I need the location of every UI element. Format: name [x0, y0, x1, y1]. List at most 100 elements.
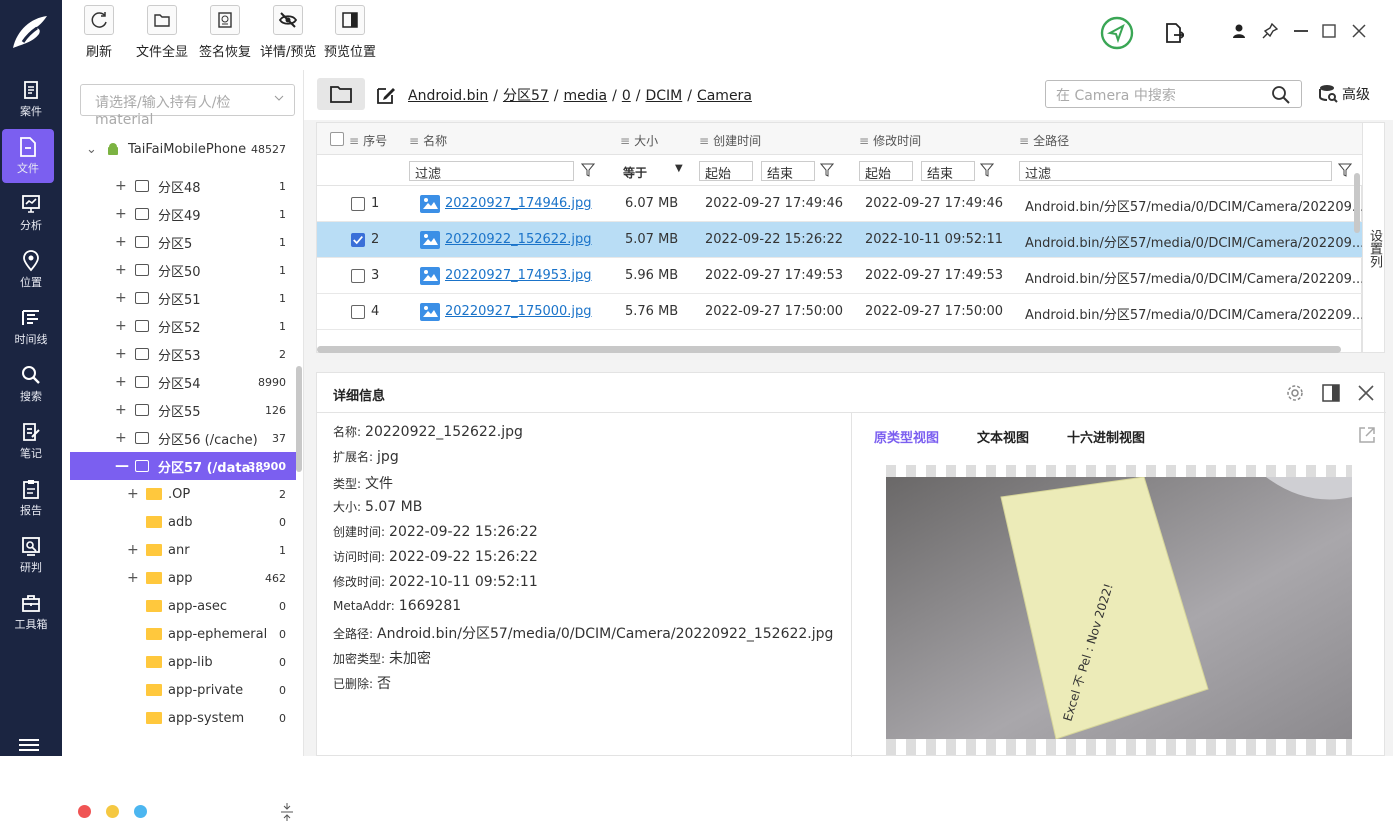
- created-start-input[interactable]: 起始: [699, 161, 753, 182]
- tree-folder-row[interactable]: app-private 0: [70, 676, 296, 704]
- breadcrumb-item[interactable]: 0: [622, 88, 631, 104]
- tree-folder-row[interactable]: adb 0: [70, 508, 296, 536]
- expand-icon[interactable]: +: [115, 402, 127, 418]
- tree-partition-row[interactable]: + 分区55 126: [70, 396, 296, 424]
- close-window-icon[interactable]: [1352, 24, 1366, 38]
- toolbar-button-0[interactable]: 刷新: [84, 5, 114, 60]
- grid-vertical-scrollbar[interactable]: [1354, 173, 1360, 233]
- file-name-link[interactable]: 20220927_174946.jpg: [445, 196, 592, 211]
- view-tab-2[interactable]: 十六进制视图: [1067, 431, 1145, 446]
- select-all-checkbox[interactable]: [330, 132, 344, 146]
- nav-item-9[interactable]: 工具箱: [0, 585, 62, 639]
- nav-item-1[interactable]: 文件: [2, 129, 54, 183]
- holder-select[interactable]: 请选择/输入持有人/检material: [80, 84, 295, 128]
- tree-partition-row[interactable]: + 分区51 1: [70, 284, 296, 312]
- tree-folder-row[interactable]: app-system 0: [70, 704, 296, 732]
- nav-item-7[interactable]: 报告: [0, 471, 62, 525]
- expand-icon[interactable]: +: [115, 290, 127, 306]
- folder-button[interactable]: [317, 78, 365, 110]
- tree-partition-row[interactable]: + 分区49 1: [70, 200, 296, 228]
- col-path[interactable]: 全路径: [1019, 132, 1069, 149]
- search-input[interactable]: 在 Camera 中搜索: [1045, 80, 1302, 108]
- tree-partition-row[interactable]: + 分区56 (/cache) 37: [70, 424, 296, 452]
- tree-partition-row[interactable]: + 分区5 1: [70, 228, 296, 256]
- row-checkbox[interactable]: [351, 305, 365, 319]
- export-file-icon[interactable]: [1164, 22, 1184, 44]
- file-name-link[interactable]: 20220922_152622.jpg: [445, 232, 592, 247]
- expand-icon[interactable]: +: [127, 486, 139, 502]
- breadcrumb-item[interactable]: Camera: [697, 88, 752, 104]
- col-name[interactable]: 名称: [409, 132, 447, 149]
- modified-start-input[interactable]: 起始: [859, 161, 913, 182]
- tree-partition-row[interactable]: + 分区50 1: [70, 256, 296, 284]
- size-operator-select[interactable]: 等于: [623, 164, 647, 181]
- nav-item-3[interactable]: 位置: [0, 243, 62, 297]
- red-dot[interactable]: [78, 805, 91, 818]
- expand-icon[interactable]: +: [115, 374, 127, 390]
- table-row[interactable]: 4 20220927_175000.jpg 5.76 MB 2022-09-27 17…: [317, 294, 1364, 330]
- tree-partition-row[interactable]: + 分区48 1: [70, 172, 296, 200]
- path-filter-input[interactable]: 过滤: [1019, 161, 1332, 182]
- expand-icon[interactable]: +: [127, 570, 139, 586]
- blue-dot[interactable]: [134, 805, 147, 818]
- breadcrumb-item[interactable]: media: [564, 88, 608, 104]
- edit-icon[interactable]: [376, 85, 396, 105]
- external-open-icon[interactable]: [1357, 425, 1377, 445]
- expand-icon[interactable]: +: [115, 234, 127, 250]
- table-row[interactable]: 3 20220927_174953.jpg 5.96 MB 2022-09-27 17…: [317, 258, 1364, 294]
- tree-folder-row[interactable]: app-ephemeral 0: [70, 620, 296, 648]
- breadcrumb-item[interactable]: 分区57: [503, 88, 549, 104]
- file-name-link[interactable]: 20220927_174953.jpg: [445, 268, 592, 283]
- row-checkbox[interactable]: [351, 197, 365, 211]
- funnel-icon[interactable]: [581, 163, 595, 177]
- toolbar-button-2[interactable]: 签名恢复: [199, 5, 251, 60]
- funnel-icon[interactable]: [1338, 163, 1352, 177]
- col-created[interactable]: 创建时间: [699, 132, 761, 149]
- tree-folder-row[interactable]: + anr 1: [70, 536, 296, 564]
- col-modified[interactable]: 修改时间: [859, 132, 921, 149]
- tree-folder-row[interactable]: + app 462: [70, 564, 296, 592]
- file-name-link[interactable]: 20220927_175000.jpg: [445, 304, 592, 319]
- yellow-dot[interactable]: [106, 805, 119, 818]
- funnel-icon[interactable]: [980, 163, 994, 177]
- modified-end-input[interactable]: 结束: [921, 161, 975, 182]
- close-icon[interactable]: [1357, 384, 1375, 402]
- send-circle-icon[interactable]: [1100, 16, 1134, 50]
- tree-folder-row[interactable]: app-asec 0: [70, 592, 296, 620]
- expand-icon[interactable]: +: [115, 346, 127, 362]
- collapse-icon[interactable]: —: [115, 458, 129, 474]
- nav-item-5[interactable]: 搜索: [0, 357, 62, 411]
- collapse-all-icon[interactable]: [280, 802, 294, 822]
- layout-icon[interactable]: [1321, 383, 1341, 403]
- toolbar-button-1[interactable]: 文件全显: [136, 5, 188, 60]
- tree-root-device[interactable]: ⌄ TaiFaiMobilePhone 48527: [70, 135, 296, 163]
- grid-horizontal-scrollbar[interactable]: [317, 346, 1341, 353]
- advanced-search-button[interactable]: 高级: [1318, 84, 1370, 104]
- search-icon[interactable]: [1271, 85, 1291, 105]
- table-row[interactable]: 2 20220922_152622.jpg 5.07 MB 2022-09-22 15…: [317, 222, 1364, 258]
- expand-icon[interactable]: +: [127, 542, 139, 558]
- col-size[interactable]: 大小: [620, 132, 658, 149]
- tree-folder-row[interactable]: + .OP 2: [70, 480, 296, 508]
- user-icon[interactable]: [1232, 24, 1246, 38]
- collapse-icon[interactable]: ⌄: [86, 142, 97, 157]
- tree-partition-row[interactable]: + 分区53 2: [70, 340, 296, 368]
- table-row[interactable]: 1 20220927_174946.jpg 6.07 MB 2022-09-27 17…: [317, 186, 1364, 222]
- expand-icon[interactable]: +: [115, 430, 127, 446]
- toolbar-button-4[interactable]: 预览位置: [324, 5, 376, 60]
- nav-item-4[interactable]: 时间线: [0, 300, 62, 354]
- created-end-input[interactable]: 结束: [761, 161, 815, 182]
- name-filter-input[interactable]: 过滤: [409, 161, 574, 182]
- pin-icon[interactable]: [1262, 23, 1278, 39]
- menu-icon[interactable]: [18, 738, 40, 752]
- caret-down-icon[interactable]: ▼: [675, 163, 683, 174]
- view-tab-0[interactable]: 原类型视图: [874, 431, 939, 446]
- tree-folder-row[interactable]: app-lib 0: [70, 648, 296, 676]
- tree-scrollbar[interactable]: [296, 366, 302, 472]
- nav-item-8[interactable]: 研判: [0, 528, 62, 582]
- tree-partition-row[interactable]: + 分区52 1: [70, 312, 296, 340]
- minimize-icon[interactable]: [1294, 30, 1308, 32]
- expand-icon[interactable]: +: [115, 206, 127, 222]
- expand-icon[interactable]: +: [115, 178, 127, 194]
- nav-item-0[interactable]: 案件: [0, 72, 62, 126]
